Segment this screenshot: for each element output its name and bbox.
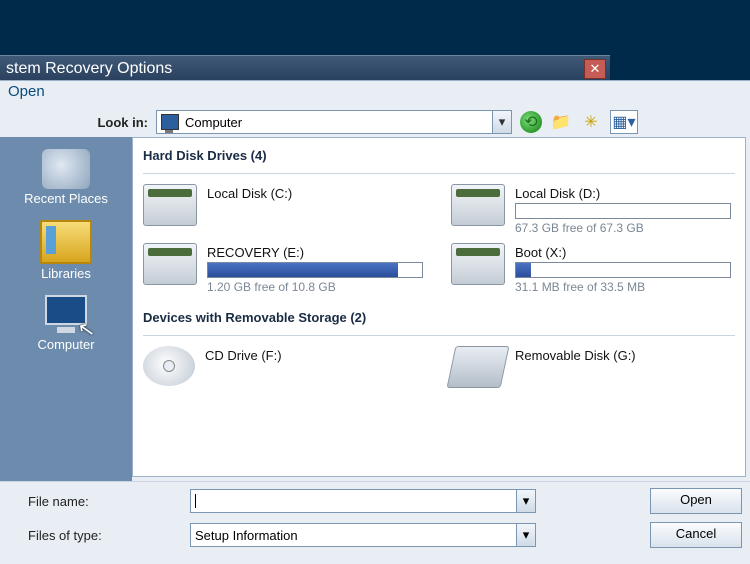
divider bbox=[143, 173, 735, 174]
drive-name: Local Disk (D:) bbox=[515, 186, 731, 201]
places-item-libraries[interactable]: Libraries bbox=[0, 216, 132, 291]
drive-free-text: 67.3 GB free of 67.3 GB bbox=[515, 221, 731, 235]
places-item-label: Libraries bbox=[0, 266, 132, 281]
recent-icon bbox=[42, 149, 90, 189]
open-dialog: Open Look in: Computer ▾ ⟲ 📁 ✳ ▦▾ Recent… bbox=[0, 80, 750, 564]
divider bbox=[143, 335, 735, 336]
capacity-bar bbox=[515, 203, 731, 219]
computer-icon bbox=[161, 114, 179, 130]
places-item-label: Recent Places bbox=[0, 191, 132, 206]
file-list[interactable]: Hard Disk Drives (4)Local Disk (C:)Local… bbox=[132, 137, 746, 477]
cd-icon bbox=[143, 346, 195, 386]
capacity-bar-fill bbox=[208, 263, 398, 277]
drive-item[interactable]: Boot (X:) 31.1 MB free of 33.5 MB bbox=[451, 243, 731, 294]
lib-icon bbox=[40, 220, 92, 264]
drive-item[interactable]: CD Drive (F:) bbox=[143, 346, 423, 388]
chevron-down-icon[interactable]: ▾ bbox=[492, 111, 511, 133]
drive-item[interactable]: Local Disk (D:) 67.3 GB free of 67.3 GB bbox=[451, 184, 731, 235]
cancel-button[interactable]: Cancel bbox=[650, 522, 742, 548]
rem-icon bbox=[447, 346, 510, 388]
filetype-combo[interactable]: Setup Information ▾ bbox=[190, 523, 536, 547]
drive-grid: CD Drive (F:) Removable Disk (G:) bbox=[143, 346, 735, 388]
capacity-bar bbox=[207, 262, 423, 278]
drive-name: CD Drive (F:) bbox=[205, 348, 423, 363]
drive-name: Boot (X:) bbox=[515, 245, 731, 260]
filename-input[interactable]: ▾ bbox=[190, 489, 536, 513]
parent-window-title: stem Recovery Options bbox=[6, 60, 172, 77]
capacity-bar-fill bbox=[516, 263, 531, 277]
filetype-value: Setup Information bbox=[195, 528, 298, 543]
close-icon[interactable]: ✕ bbox=[584, 59, 606, 79]
hdd-icon bbox=[451, 184, 505, 226]
drive-grid: Local Disk (C:) Local Disk (D:) 67.3 GB fr… bbox=[143, 184, 735, 294]
view-menu-icon[interactable]: ▦▾ bbox=[610, 110, 638, 134]
drive-item[interactable]: Removable Disk (G:) bbox=[451, 346, 731, 388]
new-folder-icon[interactable]: ✳ bbox=[580, 111, 602, 133]
drive-name: Removable Disk (G:) bbox=[515, 348, 731, 363]
dialog-title: Open bbox=[0, 81, 750, 107]
lookin-label: Look in: bbox=[8, 115, 148, 130]
open-button[interactable]: Open bbox=[650, 488, 742, 514]
places-item-label: Computer bbox=[0, 337, 132, 352]
drive-name: Local Disk (C:) bbox=[207, 186, 423, 201]
drive-free-text: 1.20 GB free of 10.8 GB bbox=[207, 280, 423, 294]
lookin-row: Look in: Computer ▾ ⟲ 📁 ✳ ▦▾ bbox=[0, 107, 750, 137]
dialog-bottom: File name: ▾ Open Files of type: Setup I… bbox=[0, 481, 750, 564]
drive-free-text: 31.1 MB free of 33.5 MB bbox=[515, 280, 731, 294]
filename-label: File name: bbox=[8, 494, 178, 509]
filetype-label: Files of type: bbox=[8, 528, 178, 543]
hdd-icon bbox=[143, 184, 197, 226]
group-header: Hard Disk Drives (4) bbox=[143, 148, 735, 163]
drive-name: RECOVERY (E:) bbox=[207, 245, 423, 260]
chevron-down-icon[interactable]: ▾ bbox=[516, 490, 535, 512]
lookin-combo[interactable]: Computer ▾ bbox=[156, 110, 512, 134]
places-item-recent-places[interactable]: Recent Places bbox=[0, 145, 132, 216]
up-one-level-icon[interactable]: 📁 bbox=[550, 111, 572, 133]
hdd-icon bbox=[451, 243, 505, 285]
hdd-icon bbox=[143, 243, 197, 285]
drive-item[interactable]: RECOVERY (E:) 1.20 GB free of 10.8 GB bbox=[143, 243, 423, 294]
parent-window-titlebar: stem Recovery Options ✕ bbox=[0, 55, 610, 80]
group-header: Devices with Removable Storage (2) bbox=[143, 310, 735, 325]
capacity-bar bbox=[515, 262, 731, 278]
back-icon[interactable]: ⟲ bbox=[520, 111, 542, 133]
lookin-value: Computer bbox=[185, 115, 242, 130]
places-item-computer[interactable]: Computer bbox=[0, 291, 132, 362]
drive-item[interactable]: Local Disk (C:) bbox=[143, 184, 423, 235]
places-bar: Recent PlacesLibrariesComputer↖ bbox=[0, 137, 132, 481]
comp-icon bbox=[42, 295, 90, 335]
chevron-down-icon[interactable]: ▾ bbox=[516, 524, 535, 546]
